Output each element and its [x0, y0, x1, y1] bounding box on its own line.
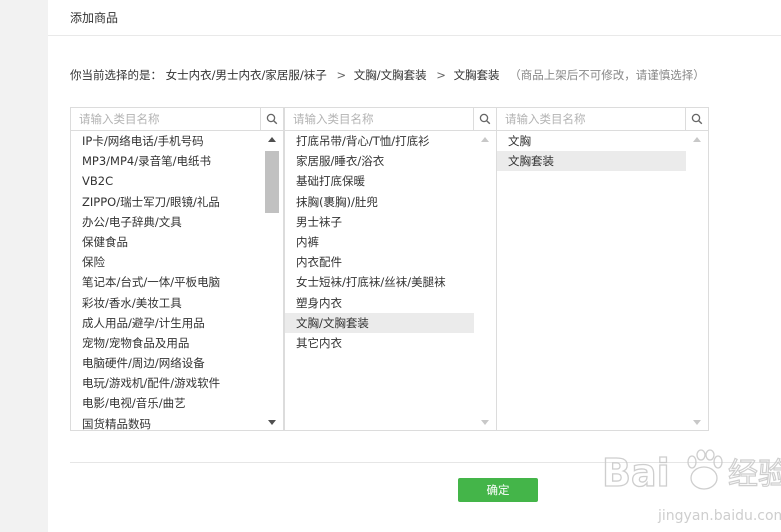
category-list-item[interactable]: VB2C	[71, 171, 261, 191]
category-list-item[interactable]: 打底吊带/背心/T恤/打底衫	[285, 131, 474, 151]
category-column-2: 打底吊带/背心/T恤/打底衫家居服/睡衣/浴衣基础打底保暖抹胸(裹胸)/肚兜男士…	[284, 107, 497, 431]
category-list-item[interactable]: 其它内衣	[285, 333, 474, 353]
scroll-down-arrow-icon[interactable]	[474, 414, 496, 430]
selection-path-level-2: 文胸/文胸套装	[353, 68, 427, 82]
svg-text:Bai: Bai	[602, 451, 670, 495]
category-list-item[interactable]: 电脑硬件/周边/网络设备	[71, 353, 261, 373]
category-list-item[interactable]: IP卡/网络电话/手机号码	[71, 131, 261, 151]
search-button[interactable]	[260, 108, 283, 130]
category-list-item[interactable]: 笔记本/台式/一体/平板电脑	[71, 272, 261, 292]
category-list: 打底吊带/背心/T恤/打底衫 家居服/睡衣/浴衣 基础打底保暖 抹胸(裹胸)/肚兜 男士…	[285, 131, 474, 430]
confirm-button[interactable]: 确定	[458, 478, 538, 502]
category-list-item[interactable]: 抹胸(裹胸)/肚兜	[285, 192, 474, 212]
category-list-item[interactable]: 宠物/宠物食品及用品	[71, 333, 261, 353]
category-list-item[interactable]: 保健食品	[71, 232, 261, 252]
path-separator: >	[436, 68, 446, 82]
selection-prefix: 你当前选择的是：	[70, 68, 162, 82]
category-list-item[interactable]: 塑身内衣	[285, 293, 474, 313]
scroll-thumb[interactable]	[265, 151, 279, 213]
search-icon	[479, 113, 491, 125]
category-list-item[interactable]: 女士短袜/打底袜/丝袜/美腿袜	[285, 272, 474, 292]
add-product-panel: 添加商品 你当前选择的是： 女士内衣/男士内衣/家居服/袜子 > 文胸/文胸套装…	[48, 0, 781, 532]
category-search-bar	[285, 108, 496, 131]
path-separator: >	[336, 68, 347, 82]
category-scrollbar[interactable]	[686, 131, 708, 430]
category-list-item[interactable]: ZIPPO/瑞士军刀/眼镜/礼品	[71, 192, 261, 212]
search-icon	[691, 113, 703, 125]
category-list-item[interactable]: 内衣配件	[285, 252, 474, 272]
baidu-jingyan-watermark-logo: Bai 经验 jingyan.baidu.com	[601, 449, 781, 524]
category-list-item[interactable]: 成人用品/避孕/计生用品	[71, 313, 261, 333]
scroll-up-arrow-icon[interactable]	[261, 131, 283, 147]
search-button[interactable]	[685, 108, 708, 130]
category-list-item[interactable]: 家居服/睡衣/浴衣	[285, 151, 474, 171]
category-list: IP卡/网络电话/手机号码 MP3/MP4/录音笔/电纸书 VB2C ZIPPO/瑞士…	[71, 131, 261, 430]
category-search-input[interactable]	[285, 108, 474, 130]
search-button[interactable]	[473, 108, 496, 130]
selection-path-level-3: 文胸套装	[453, 68, 500, 82]
category-list-item[interactable]: 国货精品数码	[71, 414, 261, 430]
category-list-item[interactable]: 办公/电子辞典/文具	[71, 212, 261, 232]
category-search-input[interactable]	[71, 108, 261, 130]
category-list: 文胸 文胸套装	[497, 131, 686, 430]
title-divider	[48, 35, 781, 36]
category-search-bar	[497, 108, 708, 131]
category-list-item[interactable]: 电影/电视/音乐/曲艺	[71, 393, 261, 413]
scroll-down-arrow-icon[interactable]	[261, 414, 283, 430]
category-list-item[interactable]: 彩妆/香水/美妆工具	[71, 293, 261, 313]
category-list-item[interactable]: 内裤	[285, 232, 474, 252]
svg-text:经验: 经验	[728, 457, 781, 492]
category-list-item[interactable]: 男士袜子	[285, 212, 474, 232]
scroll-up-arrow-icon[interactable]	[474, 131, 496, 147]
category-list-item[interactable]: 基础打底保暖	[285, 171, 474, 191]
category-search-bar	[71, 108, 283, 131]
category-list-item[interactable]: 文胸/文胸套装	[285, 312, 474, 333]
category-column-1: IP卡/网络电话/手机号码MP3/MP4/录音笔/电纸书VB2CZIPPO/瑞士…	[70, 107, 284, 431]
scroll-down-arrow-icon[interactable]	[686, 414, 708, 430]
selection-path: 你当前选择的是： 女士内衣/男士内衣/家居服/袜子 > 文胸/文胸套装 > 文胸…	[70, 67, 705, 83]
selection-path-level-1: 女士内衣/男士内衣/家居服/袜子	[165, 68, 327, 82]
category-column-3: 文胸文胸套装	[496, 107, 709, 431]
category-list-item[interactable]: 文胸	[497, 131, 686, 151]
scroll-up-arrow-icon[interactable]	[686, 131, 708, 147]
category-scrollbar[interactable]	[261, 131, 283, 430]
category-search-input[interactable]	[497, 108, 686, 130]
category-list-item[interactable]: 文胸套装	[497, 151, 686, 172]
svg-text:jingyan.baidu.com: jingyan.baidu.com	[657, 508, 781, 524]
page-title: 添加商品	[70, 11, 119, 25]
category-scrollbar[interactable]	[474, 131, 496, 430]
category-list-item[interactable]: MP3/MP4/录音笔/电纸书	[71, 151, 261, 171]
selection-note: （商品上架后不可修改，请谨慎选择）	[509, 68, 705, 82]
category-list-item[interactable]: 保险	[71, 252, 261, 272]
category-list-item[interactable]: 电玩/游戏机/配件/游戏软件	[71, 373, 261, 393]
search-icon	[266, 113, 278, 125]
